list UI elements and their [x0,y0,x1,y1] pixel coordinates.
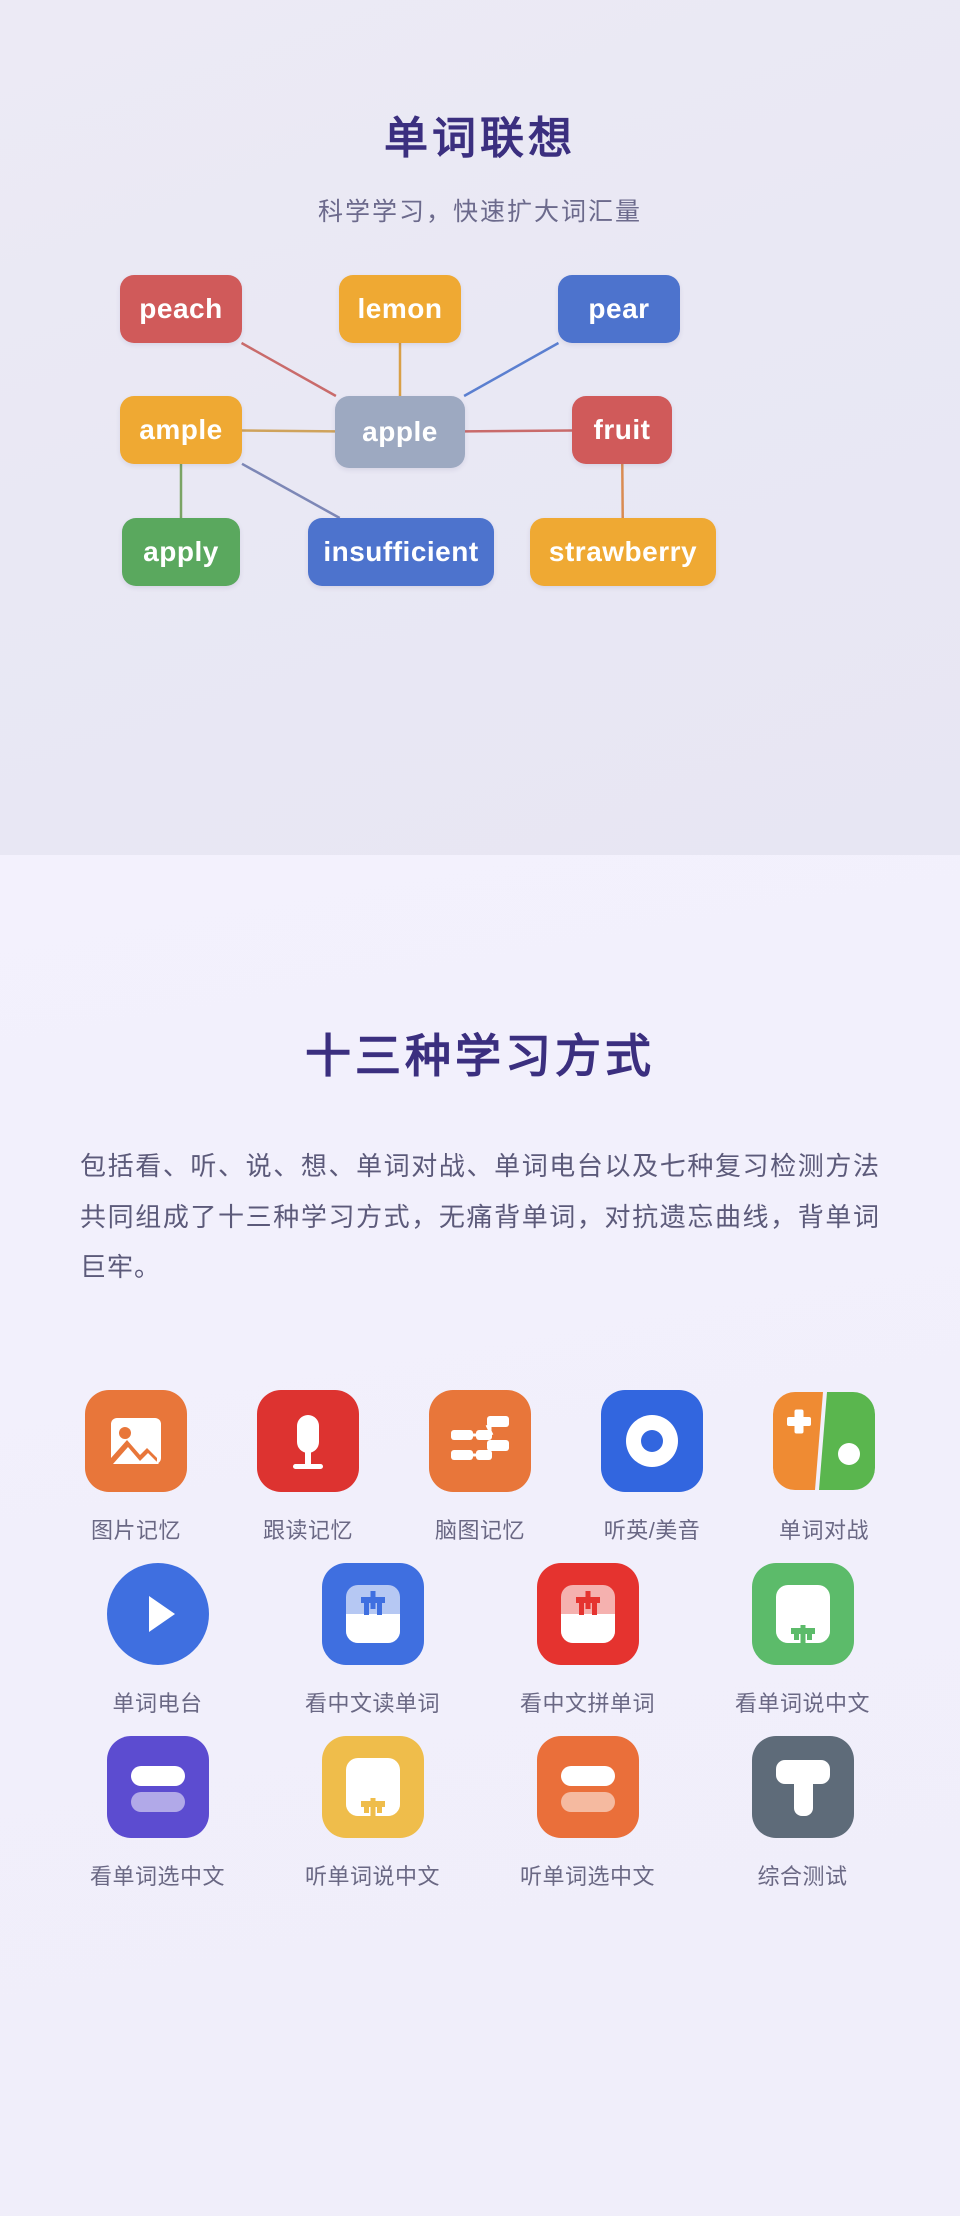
word-node-label: apple [362,416,438,447]
graph-edge-ample-insufficient [241,462,341,520]
word-node-label: ample [139,414,223,445]
word-association-graph: peach lemon pear ample apple fruit apply insuff… [0,270,960,770]
two-bars-icon [107,1736,209,1838]
method-label: 单词对战 [778,1518,869,1543]
word-node-label: strawberry [548,536,698,567]
word-node-insufficient[interactable]: insufficient [308,518,494,586]
zh-card-icon [322,1563,424,1665]
microphone-icon-box[interactable] [257,1390,359,1492]
method-item[interactable]: 看单词说中文 [695,1563,910,1718]
zh-flip-card-icon-box[interactable] [751,1563,854,1665]
method-row-3: 看单词选中文 听单词说中文 听单词选中文 综合测试 [0,1736,960,1891]
picture-icon-box[interactable] [85,1390,187,1492]
mindmap-icon-box[interactable] [429,1390,531,1492]
graph-edge-peach-apple [240,341,337,398]
method-item[interactable]: 图片记忆 [50,1390,222,1545]
picture-icon [85,1390,187,1492]
method-label: 听英/美音 [603,1518,701,1543]
zh-flip-card-icon-box[interactable] [321,1736,424,1838]
mindmap-icon [429,1390,531,1492]
battle-icon [773,1390,875,1492]
word-node-label: lemon [357,293,443,324]
graph-edge-ample-apple [241,429,336,433]
method-label: 听单词选中文 [519,1864,655,1889]
zh-card-icon-box[interactable] [536,1563,639,1665]
word-node-label: apply [143,536,219,567]
section-title: 十三种学习方式 [305,1030,655,1082]
radio-play-icon-box[interactable] [106,1563,209,1665]
radio-play-icon [106,1563,209,1665]
zh-card-icon-box[interactable] [321,1563,424,1665]
audio-disc-icon [601,1390,703,1492]
method-item[interactable]: 听单词选中文 [480,1736,695,1891]
zh-flip-card-icon [752,1563,854,1665]
zh-flip-card-icon [322,1736,424,1838]
method-item[interactable]: 单词对战 [738,1390,910,1545]
word-association-section: 单词联想 科学学习，快速扩大词汇量 peach lemon pear ample app… [0,0,960,855]
zh-card-icon [537,1563,639,1665]
method-label: 综合测试 [757,1864,848,1889]
word-node-lemon[interactable]: lemon [339,275,461,343]
promo-page: 单词联想 科学学习，快速扩大词汇量 peach lemon pear ample app… [0,0,960,2216]
method-label: 图片记忆 [90,1518,181,1543]
method-label: 看单词说中文 [734,1691,870,1716]
method-item[interactable]: 看中文读单词 [265,1563,480,1718]
word-node-ample[interactable]: ample [120,396,242,464]
method-label: 单词电台 [112,1691,203,1716]
method-label: 跟读记忆 [262,1518,353,1543]
word-node-apple[interactable]: apple [335,396,465,468]
page-title: 单词联想 [384,114,576,163]
word-node-label: pear [588,293,650,324]
section-paragraph: 包括看、听、说、想、单词对战、单词电台以及七种复习检测方法共同组成了十三种学习方… [80,1151,880,1283]
method-item[interactable]: 听单词说中文 [265,1736,480,1891]
word-node-peach[interactable]: peach [120,275,242,343]
word-node-apply[interactable]: apply [122,518,240,586]
learning-methods-section: 十三种学习方式 包括看、听、说、想、单词对战、单词电台以及七种复习检测方法共同组… [0,855,960,2216]
page-subtitle: 科学学习，快速扩大词汇量 [317,198,642,226]
method-row-2: 单词电台 看中文读单词 看中文拼单词 看单词说中文 [0,1563,960,1718]
method-item[interactable]: 单词电台 [50,1563,265,1718]
graph-edge-pear-apple [463,341,560,398]
microphone-icon [257,1390,359,1492]
method-item[interactable]: 综合测试 [695,1736,910,1891]
two-bars-icon-box[interactable] [536,1736,639,1838]
method-item[interactable]: 看单词选中文 [50,1736,265,1891]
two-bars-icon-box[interactable] [106,1736,209,1838]
method-label: 看单词选中文 [89,1864,225,1889]
method-row-1: 图片记忆 跟读记忆 脑图记忆 听英/美音 单词对战 [0,1390,960,1545]
two-bars-icon [537,1736,639,1838]
method-label: 看中文拼单词 [519,1691,655,1716]
graph-edge-apple-fruit [464,429,573,433]
method-item[interactable]: 看中文拼单词 [480,1563,695,1718]
method-label: 听单词说中文 [304,1864,440,1889]
t-letter-icon-box[interactable] [751,1736,854,1838]
audio-disc-icon-box[interactable] [601,1390,703,1492]
t-letter-icon [752,1736,854,1838]
method-label: 脑图记忆 [434,1518,525,1543]
word-node-label: peach [139,293,223,324]
word-node-strawberry[interactable]: strawberry [530,518,716,586]
battle-icon-box[interactable] [773,1390,875,1492]
word-node-label: insufficient [323,536,479,567]
word-node-label: fruit [593,414,651,445]
method-item[interactable]: 脑图记忆 [394,1390,566,1545]
word-node-pear[interactable]: pear [558,275,680,343]
method-item[interactable]: 听英/美音 [566,1390,738,1545]
method-icon-grid: 图片记忆 跟读记忆 脑图记忆 听英/美音 单词对战 单词电台 看中文读单词 看中文拼单词 看单词… [0,1390,960,1909]
method-label: 看中文读单词 [304,1691,440,1716]
method-item[interactable]: 跟读记忆 [222,1390,394,1545]
word-node-fruit[interactable]: fruit [572,396,672,464]
